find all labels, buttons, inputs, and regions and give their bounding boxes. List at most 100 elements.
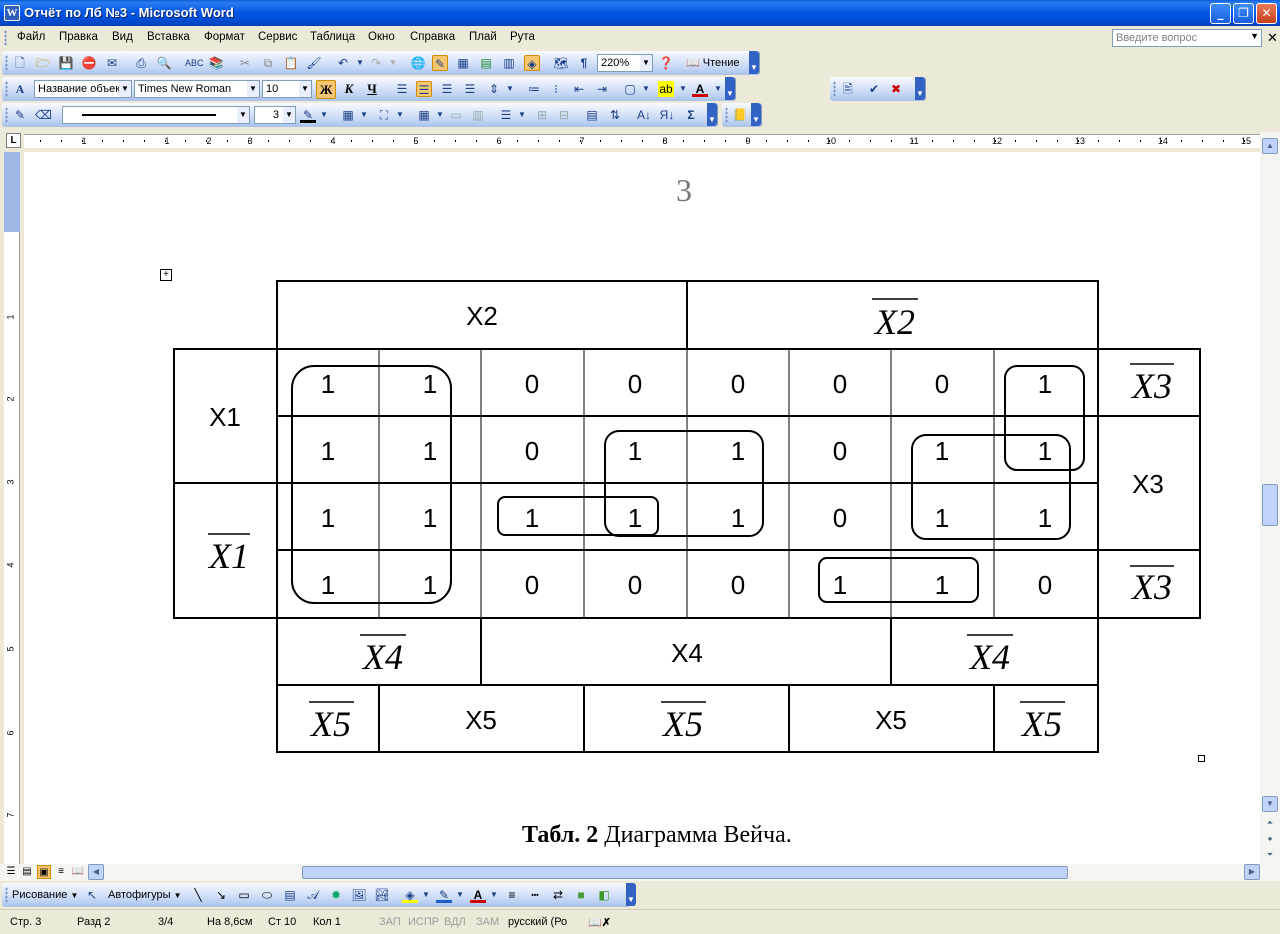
shading-color-icon[interactable]: ⛶	[376, 107, 392, 123]
veitch-cell[interactable]: 0	[628, 369, 642, 399]
chevron-down-icon[interactable]: ▼	[119, 81, 131, 97]
veitch-cell[interactable]: 1	[321, 503, 335, 533]
menu-ruta[interactable]: Рута	[510, 31, 535, 43]
veitch-cell[interactable]: 1	[321, 570, 335, 600]
chevron-down-icon[interactable]: ▼	[502, 81, 518, 97]
status-overtype[interactable]: ЗАМ	[476, 916, 499, 928]
veitch-cell[interactable]: 1	[1038, 369, 1052, 399]
undo-icon[interactable]: ↶	[335, 55, 351, 71]
line-style-select[interactable]: ▼	[62, 106, 250, 124]
numbering-icon[interactable]: ≔	[526, 81, 542, 97]
reading-layout-icon[interactable]: 📖	[71, 865, 85, 879]
chevron-down-icon[interactable]: ▼	[514, 107, 530, 123]
split-cells-icon[interactable]: ▥	[470, 107, 486, 123]
rectangle-icon[interactable]: ▭	[236, 887, 252, 903]
veitch-cell[interactable]: 1	[1038, 503, 1052, 533]
veitch-cell[interactable]: 1	[935, 503, 949, 533]
chevron-down-icon[interactable]: ▼	[1250, 31, 1259, 41]
print-icon[interactable]: ⎙	[133, 55, 149, 71]
veitch-cell[interactable]: 0	[525, 570, 539, 600]
columns-icon[interactable]: ▥	[501, 55, 517, 71]
draw-table-icon[interactable]: ✎	[12, 107, 28, 123]
italic-button[interactable]: К	[339, 80, 359, 99]
tab-selector[interactable]: L	[6, 133, 21, 148]
arrow-style-icon[interactable]: ⇄	[550, 887, 566, 903]
sort-descending-icon[interactable]: Я↓	[659, 107, 675, 123]
distribute-columns-icon[interactable]: ⊟	[556, 107, 572, 123]
minimize-button[interactable]: _	[1210, 3, 1231, 24]
veitch-cell[interactable]: 0	[731, 369, 745, 399]
format-painter-icon[interactable]: 🖌	[306, 55, 322, 71]
oval-icon[interactable]: ⬭	[259, 887, 275, 903]
next-page-icon[interactable]: ⏷	[1262, 848, 1278, 864]
picture-icon[interactable]: 🏞	[374, 887, 390, 903]
horizontal-scroll-thumb[interactable]	[302, 866, 1068, 879]
chevron-down-icon[interactable]: ▼	[392, 107, 408, 123]
print-layout-icon[interactable]: ▣	[37, 865, 51, 879]
menu-view[interactable]: Вид	[112, 31, 133, 43]
scroll-up-icon[interactable]: ▲	[1262, 138, 1278, 154]
menu-insert[interactable]: Вставка	[147, 31, 190, 43]
menu-window[interactable]: Окно	[368, 31, 395, 43]
maximize-button[interactable]: ❐	[1233, 3, 1254, 24]
undo-dropdown-icon[interactable]: ▼	[352, 55, 368, 71]
cut-icon[interactable]: ✂	[237, 55, 253, 71]
clip-art-icon[interactable]: 🖼	[351, 887, 367, 903]
veitch-cell[interactable]: 0	[525, 436, 539, 466]
border-color-icon[interactable]: ✎	[300, 107, 316, 123]
veitch-cell[interactable]: 0	[1038, 570, 1052, 600]
veitch-cell[interactable]: 1	[833, 570, 847, 600]
menu-edit[interactable]: Правка	[59, 31, 98, 43]
spelling-status-icon[interactable]: 📖✗	[588, 916, 611, 929]
previous-page-icon[interactable]: ⏶	[1262, 816, 1278, 832]
draw-font-color-icon[interactable]: A	[470, 887, 486, 903]
reading-button[interactable]: 📖 Чтение	[684, 54, 743, 72]
style-select[interactable]: Название объек ▼	[34, 80, 132, 98]
veitch-cell[interactable]: 1	[423, 503, 437, 533]
reject-change-icon[interactable]: ✖	[888, 81, 904, 97]
chevron-down-icon[interactable]: ▼	[316, 107, 332, 123]
increase-indent-icon[interactable]: ⇥	[594, 81, 610, 97]
print-preview-icon[interactable]: 🔍	[156, 55, 172, 71]
document-map-icon[interactable]: 🗺	[553, 55, 569, 71]
scroll-left-icon[interactable]: ◀	[88, 864, 104, 880]
borders-icon[interactable]: ▢	[622, 81, 638, 97]
outline-view-icon[interactable]: ≡	[54, 865, 68, 879]
status-record-macro[interactable]: ЗАП	[379, 916, 401, 928]
veitch-cell[interactable]: 0	[833, 503, 847, 533]
toolbar-grip[interactable]	[833, 81, 836, 97]
chevron-down-icon[interactable]: ▼	[418, 887, 434, 903]
copy-icon[interactable]: ⧉	[260, 55, 276, 71]
chevron-down-icon[interactable]: ▼	[237, 107, 249, 123]
outside-border-icon[interactable]: ▦	[340, 107, 356, 123]
toolbar-grip[interactable]	[5, 81, 8, 97]
chevron-down-icon[interactable]: ▼	[299, 81, 311, 97]
toolbar-options-icon[interactable]: ▼	[915, 77, 925, 100]
veitch-cell[interactable]: 1	[423, 570, 437, 600]
veitch-cell[interactable]: 0	[628, 570, 642, 600]
toolbar-options-icon[interactable]: ▼	[707, 103, 717, 126]
line-icon[interactable]: ╲	[190, 887, 206, 903]
merge-cells-icon[interactable]: ▭	[448, 107, 464, 123]
toolbar-grip[interactable]	[5, 887, 8, 903]
tables-borders-icon[interactable]: ✎	[432, 55, 448, 71]
paste-icon[interactable]: 📋	[283, 55, 299, 71]
status-language[interactable]: русский (Ро	[508, 916, 567, 928]
insert-table-icon[interactable]: ▦	[455, 55, 471, 71]
autoshapes-menu[interactable]: Автофигуры ▼	[108, 889, 182, 901]
email-icon[interactable]: ✉	[104, 55, 120, 71]
track-changes-icon[interactable]: 🖹	[840, 81, 856, 97]
sort-ascending-icon[interactable]: A↓	[636, 107, 652, 123]
veitch-cell[interactable]: 1	[628, 503, 642, 533]
status-extend[interactable]: ВДЛ	[444, 916, 466, 928]
text-box-icon[interactable]: ▤	[282, 887, 298, 903]
align-cell-icon[interactable]: ☰	[498, 107, 514, 123]
show-hide-icon[interactable]: ¶	[576, 55, 592, 71]
new-document-icon[interactable]: 🗋	[12, 55, 28, 71]
scroll-right-icon[interactable]: ▶	[1244, 864, 1260, 880]
highlight-icon[interactable]: ab	[658, 81, 674, 97]
veitch-cell[interactable]: 1	[525, 503, 539, 533]
help-icon[interactable]: ❓	[658, 55, 674, 71]
toolbar-options-icon[interactable]: ▼	[626, 883, 636, 906]
group-contour-cols-1-2[interactable]	[291, 365, 452, 604]
